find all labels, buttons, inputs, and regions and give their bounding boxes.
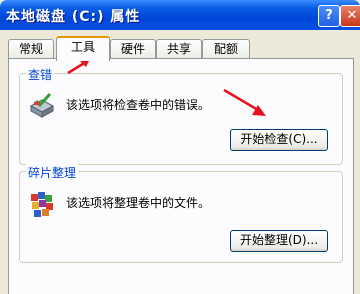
error-check-group-label: 查错 bbox=[26, 66, 55, 83]
properties-window: 本地磁盘 (C:) 属性 ? ✕ 常规 工具 硬件 共享 配额 查错 该选项将检… bbox=[0, 0, 360, 294]
window-title: 本地磁盘 (C:) 属性 bbox=[6, 9, 141, 25]
error-check-group: 查错 该选项将检查卷中的错误。 开始检查(C)... bbox=[19, 66, 343, 165]
tab-quota[interactable]: 配额 bbox=[202, 39, 250, 59]
tab-general[interactable]: 常规 bbox=[8, 39, 54, 59]
start-check-button[interactable]: 开始检查(C)... bbox=[230, 129, 328, 151]
defrag-group: 碎片整理 该选项将整理卷中的文件。 开始整理(D)... bbox=[19, 164, 343, 263]
help-icon: ? bbox=[325, 8, 333, 23]
defrag-icon bbox=[31, 192, 53, 217]
tab-tools[interactable]: 工具 bbox=[56, 36, 110, 61]
tab-hardware[interactable]: 硬件 bbox=[110, 39, 156, 59]
help-button[interactable]: ? bbox=[318, 5, 340, 27]
error-check-description: 该选项将检查卷中的错误。 bbox=[66, 98, 211, 112]
close-icon: ✕ bbox=[346, 8, 358, 23]
defrag-description: 该选项将整理卷中的文件。 bbox=[66, 196, 211, 210]
close-button[interactable]: ✕ bbox=[340, 5, 360, 27]
disk-check-icon bbox=[29, 92, 55, 118]
title-bar[interactable]: 本地磁盘 (C:) 属性 ? ✕ bbox=[0, 0, 360, 30]
start-defrag-button[interactable]: 开始整理(D)... bbox=[230, 230, 328, 252]
annotation-arrow-button bbox=[223, 88, 266, 116]
defrag-group-label: 碎片整理 bbox=[26, 164, 79, 181]
tools-panel: 查错 该选项将检查卷中的错误。 开始检查(C)... 碎片整理 该选项将整理卷中… bbox=[8, 58, 354, 294]
tab-sharing[interactable]: 共享 bbox=[156, 39, 202, 59]
